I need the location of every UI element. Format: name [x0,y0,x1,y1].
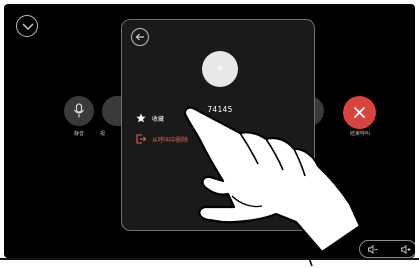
pointing-hand-illustration [183,106,362,267]
